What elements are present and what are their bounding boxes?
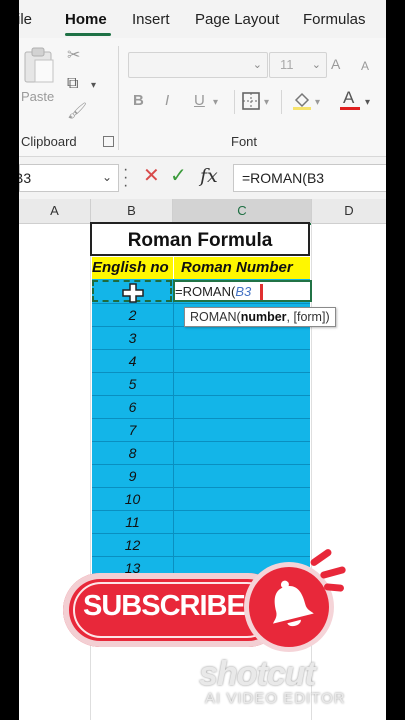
tab-page-layout[interactable]: Page Layout [195,11,279,28]
column-header-d[interactable]: D [312,199,386,224]
cell-border [92,303,310,304]
english-number-cell[interactable]: 8 [92,445,173,461]
font-name-combo[interactable]: ⌄ [128,52,268,78]
letterbox-right [386,0,405,720]
english-number-cell[interactable]: 5 [92,376,173,392]
group-separator [118,46,119,150]
font-color-button[interactable]: A [339,88,361,112]
english-number-cell[interactable]: 4 [92,353,173,369]
underline-button[interactable]: U [194,93,205,109]
clipboard-icon [24,47,54,83]
font-size-value: 11 [280,57,294,72]
font-color-icon: A [343,88,355,107]
formula-text: =ROMAN(B3 [242,170,325,186]
grip-dots-icon: · · · [123,161,128,194]
tab-formulas[interactable]: Formulas [303,11,366,28]
chevron-down-icon: ⌄ [311,59,321,71]
english-number-cell[interactable]: 6 [92,399,173,415]
cancel-icon[interactable]: ✕ [143,166,160,186]
chevron-down-icon: ⌄ [101,170,112,184]
italic-button[interactable]: I [165,93,169,109]
english-number-cell[interactable]: 11 [92,514,173,530]
active-tab-indicator [65,33,111,36]
tab-home[interactable]: Home [65,11,107,28]
bold-button[interactable]: B [133,93,144,109]
english-number-cell[interactable]: 9 [92,468,173,484]
cell-border [92,556,310,557]
formula-reference: B3 [235,284,252,299]
format-painter-icon[interactable]: 🖌 [67,104,87,120]
enter-check-icon[interactable]: ✓ [170,166,187,186]
cell-border [92,510,310,511]
increase-font-icon[interactable]: A [331,56,340,72]
tooltip-rest: , [form]) [286,310,330,324]
column-header-b[interactable]: B [91,199,173,224]
fill-color-dropdown-icon[interactable]: ▾ [315,95,320,111]
name-box-value: B3 [19,170,32,186]
ribbon-tabs: ile Home Insert Page Layout Formulas [19,0,386,38]
clipboard-launcher-icon[interactable] [103,136,114,147]
font-group-label: Font [231,134,258,149]
tooltip-current-arg[interactable]: number [241,310,287,324]
column-header-a[interactable]: A [19,199,91,224]
tooltip-function-name: ROMAN( [190,310,241,324]
borders-icon[interactable] [242,92,260,110]
function-tooltip[interactable]: ROMAN(number, [form]) [184,307,336,327]
fill-color-icon[interactable] [291,89,313,111]
cell-border [92,349,310,350]
cell-border [92,533,310,534]
paste-label: Paste [21,89,55,104]
editing-cell-c3[interactable]: =ROMAN(B3 [173,280,312,302]
title-cell[interactable]: Roman Formula [90,222,310,256]
font-separator [281,90,282,114]
formula-input[interactable]: =ROMAN(B3 [233,164,386,192]
watermark-logo: shotcut [199,655,316,693]
ribbon-home: Paste ✂ ⧉ ▾ 🖌 Clipboard ⌄ 11 ⌄ A A B I U… [19,38,386,157]
english-number-cell[interactable]: 2 [92,307,173,323]
paste-button[interactable]: Paste [19,46,57,108]
font-separator [234,90,235,114]
english-number-cell[interactable]: 3 [92,330,173,346]
font-size-combo[interactable]: 11 ⌄ [269,52,327,78]
subscribe-label[interactable]: SUBSCRIBE [83,590,246,623]
decrease-font-icon[interactable]: A [361,58,369,74]
copy-dropdown-icon[interactable]: ▾ [91,78,96,94]
underline-dropdown-icon[interactable]: ▾ [213,95,218,111]
clipboard-group-label: Clipboard [21,134,77,149]
header-english-no[interactable]: English no [92,257,173,279]
cell-border [92,395,310,396]
formula-bar: B3 ⌄ ··· ✕ ✓ fx =ROMAN(B3 [19,157,386,200]
excel-window: ile Home Insert Page Layout Formulas Pas… [19,0,386,720]
watermark-tagline: AI VIDEO EDITOR [205,690,346,707]
tab-file[interactable]: ile [19,11,32,28]
tab-insert[interactable]: Insert [132,11,170,28]
cell-border [92,487,310,488]
cell-border [173,279,174,575]
letterbox-left [0,0,19,720]
insert-function-button[interactable]: fx [200,166,218,186]
cell-border [92,372,310,373]
header-roman-number[interactable]: Roman Number [174,257,310,279]
name-box[interactable]: B3 ⌄ [19,164,119,192]
cell-border [92,441,310,442]
borders-dropdown-icon[interactable]: ▾ [264,95,269,111]
font-color-dropdown-icon[interactable]: ▾ [365,95,370,111]
text-caret [260,284,263,300]
cut-icon[interactable]: ✂ [67,48,80,64]
english-number-cell[interactable]: 10 [92,491,173,507]
bell-icon [273,580,314,627]
cell-border [92,464,310,465]
cell-border [92,418,310,419]
copy-icon[interactable]: ⧉ [67,76,78,92]
english-number-cell[interactable]: 7 [92,422,173,438]
cell-cursor-icon [122,283,144,303]
english-number-cell[interactable]: 12 [92,537,173,553]
chevron-down-icon: ⌄ [252,59,262,71]
formula-prefix: =ROMAN( [175,284,236,299]
